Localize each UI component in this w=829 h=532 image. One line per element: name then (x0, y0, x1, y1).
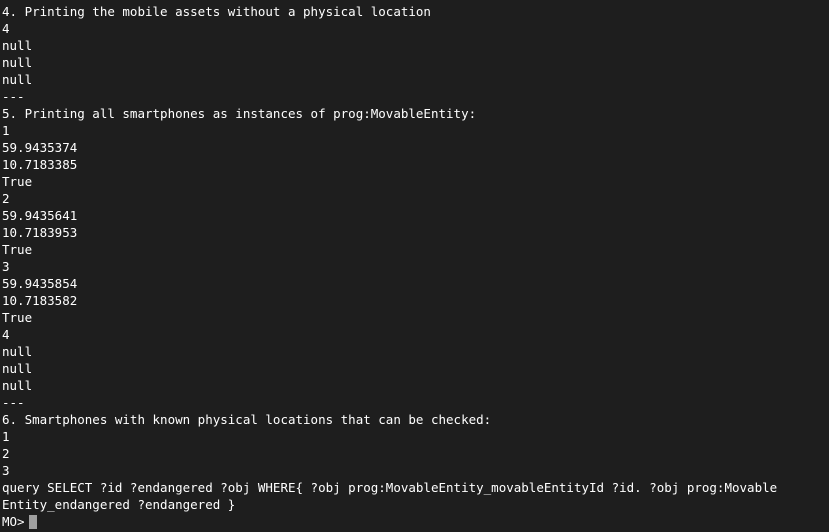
output-line: null (2, 344, 33, 359)
output-line: null (2, 361, 33, 376)
output-line: null (2, 55, 33, 70)
output-line: 1 (2, 123, 10, 138)
output-line: True (2, 174, 33, 189)
output-line: 6. Smartphones with known physical locat… (2, 412, 492, 427)
output-line: null (2, 378, 33, 393)
output-line: 59.9435374 (2, 140, 78, 155)
output-line: 4. Printing the mobile assets without a … (2, 4, 431, 19)
output-line: 59.9435854 (2, 276, 78, 291)
text-cursor[interactable] (28, 514, 37, 529)
output-line: True (2, 310, 33, 325)
output-line: 2 (2, 446, 10, 461)
command-prompt[interactable]: MO> (2, 513, 829, 530)
terminal-output[interactable]: 4. Printing the mobile assets without a … (0, 0, 829, 532)
output-line: 5. Printing all smartphones as instances… (2, 106, 477, 121)
prompt-label: MO> (2, 514, 25, 529)
output-line: 10.7183582 (2, 293, 78, 308)
output-line: 4 (2, 327, 10, 342)
output-line: --- (2, 89, 25, 104)
output-line: 2 (2, 191, 10, 206)
output-line: 3 (2, 463, 10, 478)
output-line: True (2, 242, 33, 257)
output-line: 1 (2, 429, 10, 444)
output-line: 3 (2, 259, 10, 274)
output-line: Entity_endangered ?endangered } (2, 497, 236, 512)
output-line: 10.7183385 (2, 157, 78, 172)
output-line: --- (2, 395, 25, 410)
output-line: query SELECT ?id ?endangered ?obj WHERE{… (2, 480, 778, 495)
output-line: 4 (2, 21, 10, 36)
output-line: null (2, 72, 33, 87)
output-line: 10.7183953 (2, 225, 78, 240)
output-line: null (2, 38, 33, 53)
output-line: 59.9435641 (2, 208, 78, 223)
